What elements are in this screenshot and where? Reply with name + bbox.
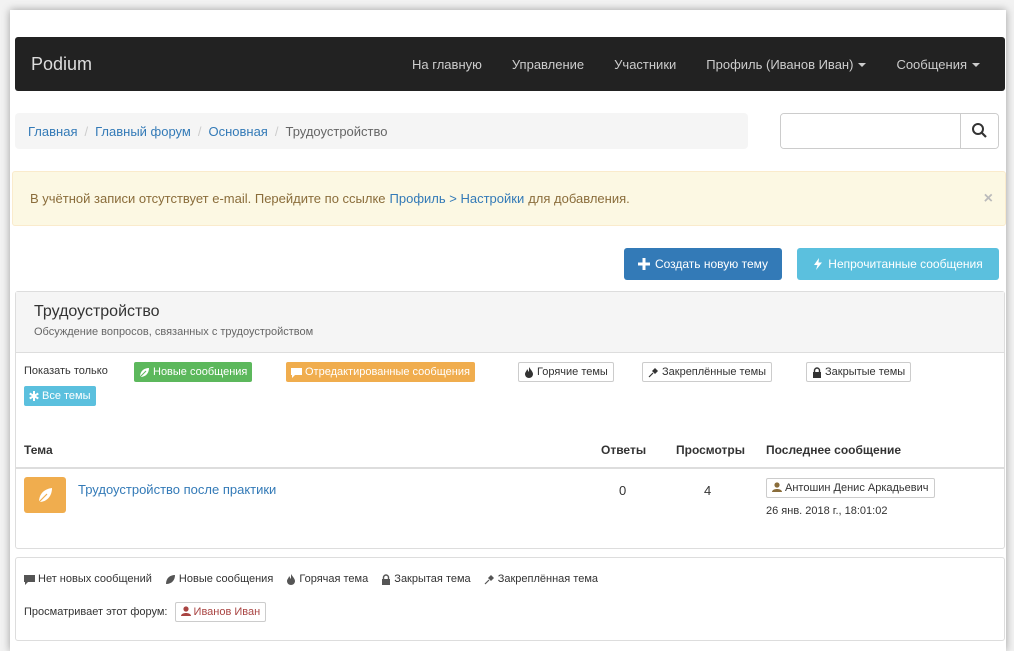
nav-profile-dropdown[interactable]: Профиль (Иванов Иван) <box>691 57 881 72</box>
filter-new-label: Новые сообщения <box>153 366 248 378</box>
breadcrumb-separator: / <box>274 123 279 139</box>
breadcrumb: Главная / Главный форум / Основная / Тру… <box>15 113 748 149</box>
topic-link[interactable]: Трудоустройство после практики <box>78 482 276 497</box>
forum-title: Трудоустройство <box>34 303 160 320</box>
chevron-down-icon <box>972 63 980 68</box>
legend-pinned-label: Закреплённая тема <box>497 573 599 585</box>
nav-messages-dropdown[interactable]: Сообщения <box>881 57 995 72</box>
chevron-down-icon <box>858 63 867 68</box>
column-topic: Тема <box>24 443 53 457</box>
alert-text-before: В учётной записи отсутствует e-mail. Пер… <box>30 191 386 206</box>
legend-closed-label: Закрытая тема <box>394 573 471 585</box>
breadcrumb-category[interactable]: Основная <box>208 124 267 139</box>
filter-edited-label: Отредактированные сообщения <box>305 366 470 378</box>
forum-panel: Трудоустройство Обсуждение вопросов, свя… <box>15 291 1005 549</box>
viewer-user[interactable]: Иванов Иван <box>174 602 267 622</box>
pin-icon <box>484 574 494 585</box>
leaf-icon <box>139 367 149 377</box>
filter-hot-label: Горячие темы <box>537 366 608 378</box>
column-views: Просмотры <box>676 443 746 457</box>
nav-members[interactable]: Участники <box>599 57 691 72</box>
viewers-label: Просматривает этот форум: <box>24 606 168 618</box>
lock-icon <box>813 366 821 378</box>
views-count: 4 <box>704 483 712 498</box>
nav-admin[interactable]: Управление <box>497 57 599 72</box>
legend-pinned: Закреплённая тема <box>484 573 598 585</box>
forum-subtitle: Обсуждение вопросов, связанных с трудоус… <box>34 326 314 338</box>
new-topic-status-icon <box>24 477 66 513</box>
legend-new-label: Новые сообщения <box>178 573 274 585</box>
filter-closed-label: Закрытые темы <box>825 366 906 378</box>
search-box <box>780 113 999 149</box>
last-post-date: 26 янв. 2018 г., 18:01:02 <box>766 505 888 517</box>
replies-count: 0 <box>619 483 627 498</box>
legend-closed: Закрытая тема <box>381 573 471 585</box>
close-icon[interactable]: × <box>984 190 993 208</box>
filter-hot-button[interactable]: Горячие темы <box>518 362 614 382</box>
user-icon <box>772 482 782 492</box>
filter-edited-button[interactable]: Отредактированные сообщения <box>286 362 475 382</box>
create-topic-button[interactable]: Создать новую тему <box>624 248 782 280</box>
lock-icon <box>382 573 391 585</box>
column-last-post: Последнее сообщение <box>766 443 901 457</box>
legend-hot-label: Горячая тема <box>299 573 369 585</box>
column-replies: Ответы <box>601 443 647 457</box>
breadcrumb-main-forum[interactable]: Главный форум <box>95 124 191 139</box>
breadcrumb-home[interactable]: Главная <box>28 124 77 139</box>
pin-icon <box>648 367 658 378</box>
search-input[interactable] <box>781 114 961 148</box>
plus-icon <box>637 258 650 270</box>
alert-text-after: для добавления. <box>528 191 630 206</box>
fire-icon <box>287 573 296 585</box>
unread-messages-button[interactable]: Непрочитанные сообщения <box>797 248 999 280</box>
nav-home[interactable]: На главную <box>397 57 497 72</box>
comment-icon <box>291 367 302 378</box>
viewer-user-name: Иванов Иван <box>193 606 261 618</box>
create-topic-label: Создать новую тему <box>654 257 769 271</box>
warning-alert: В учётной записи отсутствует e-mail. Пер… <box>12 171 1006 226</box>
legend-hot: Горячая тема <box>286 573 368 585</box>
leaf-icon <box>165 574 175 584</box>
filter-pinned-label: Закреплённые темы <box>662 366 767 378</box>
asterisk-icon <box>29 391 39 402</box>
status-legend: Нет новых сообщений Новые сообщения Горя… <box>15 557 1005 641</box>
nav-messages-label: Сообщения <box>896 56 967 72</box>
last-post-user-name: Антошин Денис Аркадьевич <box>785 482 929 494</box>
browser-frame: Podium На главную Управление Участники П… <box>10 10 1006 651</box>
filter-new-button[interactable]: Новые сообщения <box>134 362 253 382</box>
topics-table-header: Тема Ответы Просмотры Последнее сообщени… <box>16 435 1004 469</box>
breadcrumb-separator: / <box>84 123 89 139</box>
search-icon <box>972 123 987 138</box>
alert-settings-link[interactable]: Профиль > Настройки <box>390 191 525 206</box>
filter-all-label: Все темы <box>42 390 91 402</box>
forum-header: Трудоустройство Обсуждение вопросов, свя… <box>16 292 1004 353</box>
legend-row: Нет новых сообщений Новые сообщения Горя… <box>24 573 608 585</box>
unread-messages-label: Непрочитанные сообщения <box>828 257 983 271</box>
forum-viewers: Просматривает этот форум: Иванов Иван <box>24 602 267 622</box>
legend-new: Новые сообщения <box>165 573 273 585</box>
table-row: Трудоустройство после практики 0 4 Антош… <box>16 469 1004 529</box>
navbar: Podium На главную Управление Участники П… <box>15 37 1005 91</box>
leaf-icon <box>38 488 52 503</box>
comment-icon <box>24 574 35 585</box>
breadcrumb-current: Трудоустройство <box>285 123 388 139</box>
filter-all-button[interactable]: Все темы <box>24 386 96 406</box>
user-icon <box>180 606 191 616</box>
last-post-user[interactable]: Антошин Денис Аркадьевич <box>766 478 935 498</box>
nav-profile-label: Профиль (Иванов Иван) <box>706 56 854 72</box>
breadcrumb-separator: / <box>197 123 202 139</box>
filter-closed-button[interactable]: Закрытые темы <box>806 362 912 382</box>
fire-icon <box>525 366 533 378</box>
brand-logo[interactable]: Podium <box>31 37 92 91</box>
nav-links: На главную Управление Участники Профиль … <box>397 37 995 91</box>
legend-no-new: Нет новых сообщений <box>24 573 152 585</box>
legend-no-new-label: Нет новых сообщений <box>38 573 152 585</box>
lightning-icon <box>814 258 823 270</box>
filter-label: Показать только <box>24 365 108 377</box>
search-button[interactable] <box>960 114 998 148</box>
filter-pinned-button[interactable]: Закреплённые темы <box>642 362 773 382</box>
